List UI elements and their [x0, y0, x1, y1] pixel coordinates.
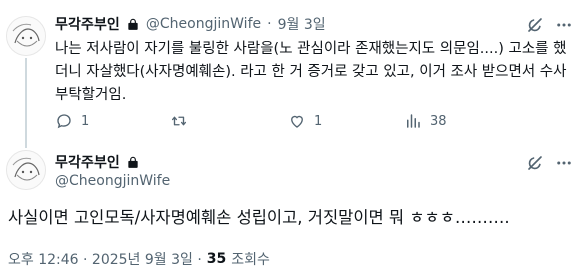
views-button[interactable]: 38 — [404, 112, 447, 130]
tweet-text-line: 더니 자살했다(사자명예훼손). 라고 한 거 증거로 갖고 있고, 이거 조사… — [55, 64, 567, 80]
retweet-icon — [170, 112, 188, 130]
display-name[interactable]: 무각주부인 — [55, 14, 120, 34]
tweet-text: 나는 저사람이 자기를 불링한 사람을(노 관심이라 존재했는지도 의문임...… — [55, 38, 575, 107]
lock-icon — [126, 155, 140, 169]
like-button[interactable]: 1 — [288, 112, 322, 130]
handle[interactable]: @CheongjinWife — [146, 16, 261, 32]
thread-connector — [25, 58, 27, 148]
views-icon — [404, 112, 422, 130]
more-icon[interactable] — [555, 16, 573, 34]
like-count: 1 — [314, 113, 323, 129]
timestamp-link[interactable]: 9월 3일 — [278, 14, 326, 34]
lock-icon — [126, 17, 140, 31]
tweet-meta: 오후 12:46 · 2025년 9월 3일 · 35 조회수 — [8, 249, 270, 269]
handle[interactable]: @CheongjinWife — [55, 173, 170, 189]
views-count: 35 — [206, 251, 227, 267]
like-icon — [288, 112, 306, 130]
views-label: 조회수 — [231, 252, 270, 268]
avatar[interactable] — [6, 16, 46, 56]
grok-icon[interactable] — [526, 154, 544, 172]
reply-icon — [55, 112, 73, 130]
tweet-text-line: 부탁할거임. — [55, 87, 127, 103]
avatar[interactable] — [6, 150, 46, 190]
avatar-illustration — [7, 151, 45, 189]
separator: · — [267, 16, 272, 32]
timestamp-link[interactable]: 오후 12:46 · 2025년 9월 3일 · — [8, 249, 202, 269]
grok-icon[interactable] — [526, 16, 544, 34]
display-name[interactable]: 무각주부인 — [55, 152, 120, 172]
reply-button[interactable]: 1 — [55, 112, 89, 130]
reply-count: 1 — [81, 113, 90, 129]
avatar-illustration — [7, 17, 45, 55]
retweet-button[interactable] — [170, 112, 196, 130]
tweet-text-line: 나는 저사람이 자기를 불링한 사람을(노 관심이라 존재했는지도 의문임...… — [55, 41, 567, 57]
views-count: 38 — [430, 113, 447, 129]
tweet-text: 사실이면 고인모독/사자명예훼손 성립이고, 거짓말이면 뭐 ㅎㅎㅎ………. — [8, 208, 510, 227]
more-icon[interactable] — [555, 154, 573, 172]
